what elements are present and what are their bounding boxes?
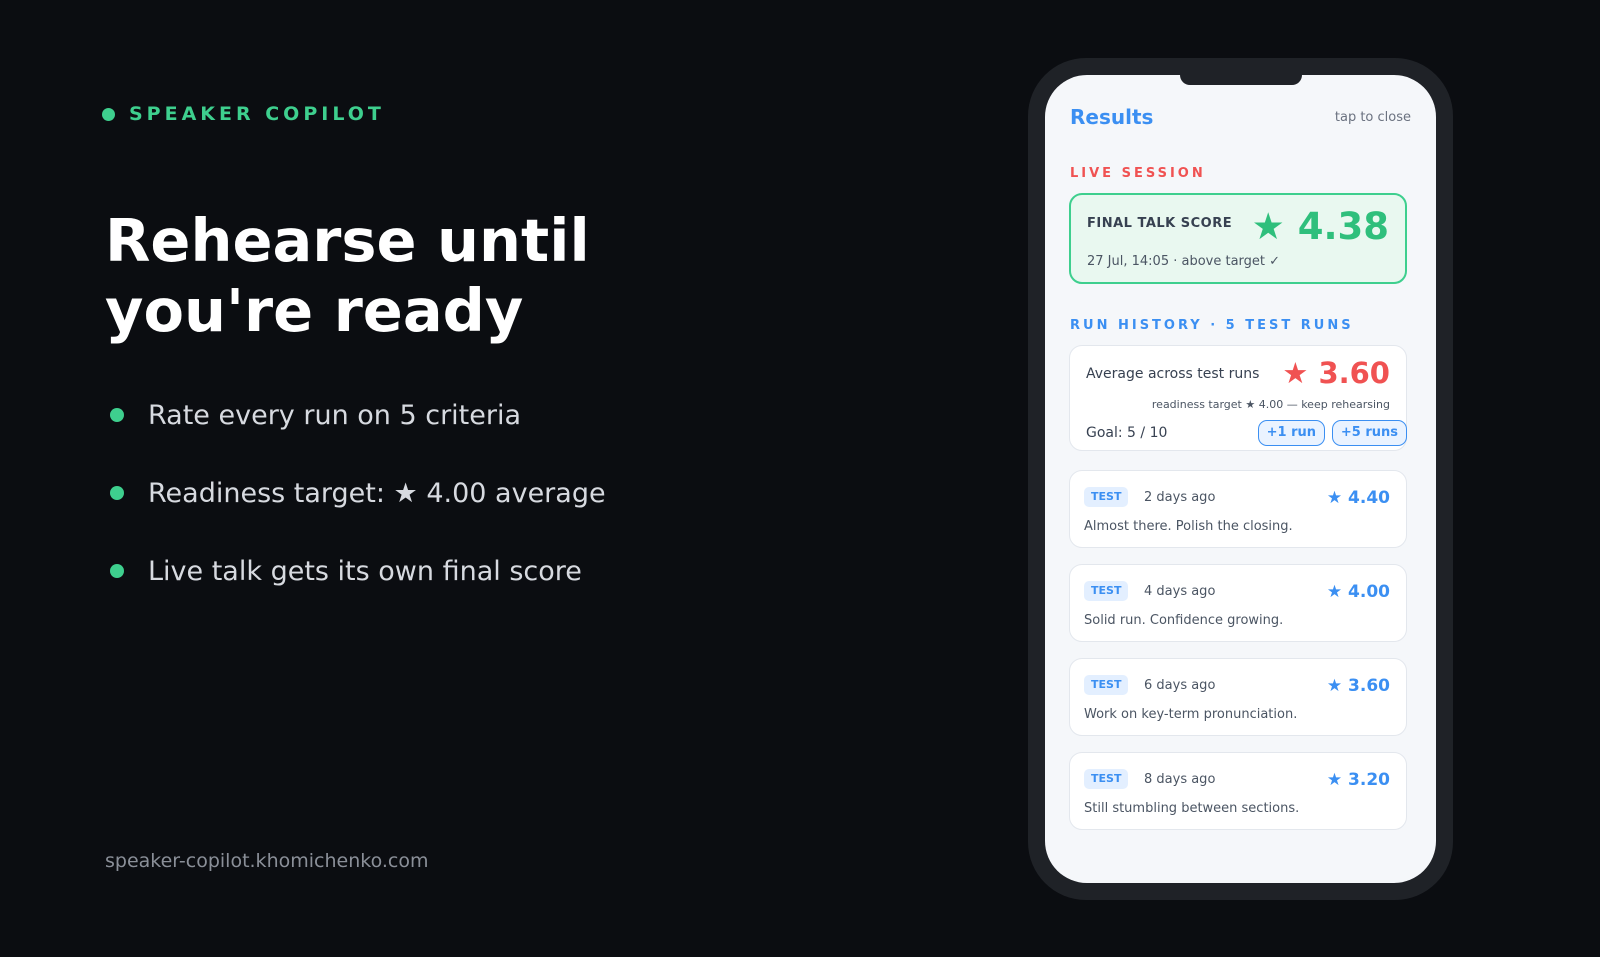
run-score: ★ 4.40 [1326,488,1390,508]
bullet-dot-icon [110,486,124,500]
bullet-dot-icon [110,408,124,422]
run-note: Still stumbling between sections. [1084,801,1300,816]
run-history-label: RUN HISTORY · 5 TEST RUNS [1070,318,1354,333]
goal-progress: Goal: 5 / 10 [1086,425,1168,441]
feature-item: Live talk gets its own final score [110,551,606,591]
feature-item: Rate every run on 5 criteria [110,395,606,435]
run-time: 6 days ago [1144,678,1216,693]
test-badge: TEST [1084,581,1129,601]
results-title: Results [1070,105,1154,129]
run-card[interactable]: TEST 6 days ago ★ 3.60 Work on key-term … [1069,658,1407,736]
run-card[interactable]: TEST 2 days ago ★ 4.40 Almost there. Pol… [1069,470,1407,548]
run-score: ★ 4.00 [1326,582,1390,602]
bullet-dot-icon [110,564,124,578]
headline-line-2: you're ready [105,276,524,345]
feature-item: Readiness target: ★ 4.00 average [110,473,606,513]
average-label: Average across test runs [1086,366,1260,382]
footer-url[interactable]: speaker-copilot.khomichenko.com [105,850,428,872]
feature-text: Rate every run on 5 criteria [148,399,522,431]
run-time: 2 days ago [1144,490,1216,505]
run-score: ★ 3.20 [1326,770,1390,790]
final-score-meta: 27 Jul, 14:05 · above target ✓ [1087,254,1281,269]
add-one-run-button[interactable]: +1 run [1257,420,1325,446]
live-session-label: LIVE SESSION [1070,166,1206,181]
run-time: 4 days ago [1144,584,1216,599]
feature-list: Rate every run on 5 criteria Readiness t… [110,395,606,629]
average-card: Average across test runs ★ 3.60 readines… [1069,345,1407,451]
close-button[interactable]: tap to close [1335,110,1411,125]
run-note: Almost there. Polish the closing. [1084,519,1293,534]
final-score-label: FINAL TALK SCORE [1087,216,1233,231]
phone-frame: Results tap to close LIVE SESSION FINAL … [1028,58,1453,900]
test-badge: TEST [1084,769,1129,789]
run-list: TEST 2 days ago ★ 4.40 Almost there. Pol… [1069,470,1407,846]
run-time: 8 days ago [1144,772,1216,787]
run-note: Solid run. Confidence growing. [1084,613,1284,628]
brand-name: SPEAKER COPILOT [129,103,385,125]
run-card[interactable]: TEST 8 days ago ★ 3.20 Still stumbling b… [1069,752,1407,830]
brand-dot-icon [102,107,115,121]
headline: Rehearse until you're ready [105,206,725,346]
brand: SPEAKER COPILOT [102,103,385,125]
final-score-value: ★ 4.38 [1251,205,1389,248]
final-score-card: FINAL TALK SCORE ★ 4.38 27 Jul, 14:05 · … [1069,193,1407,284]
feature-text: Live talk gets its own final score [148,555,582,587]
test-badge: TEST [1084,487,1129,507]
feature-text: Readiness target: ★ 4.00 average [148,477,606,509]
results-header: Results tap to close [1070,105,1411,129]
run-score: ★ 3.60 [1326,676,1390,696]
headline-line-1: Rehearse until [105,206,590,275]
phone-screen: Results tap to close LIVE SESSION FINAL … [1045,75,1436,883]
add-five-runs-button[interactable]: +5 runs [1331,420,1407,446]
run-note: Work on key-term pronunciation. [1084,707,1298,722]
readiness-target-note: readiness target ★ 4.00 — keep rehearsin… [1151,398,1390,411]
average-score: ★ 3.60 [1282,356,1390,390]
run-card[interactable]: TEST 4 days ago ★ 4.00 Solid run. Confid… [1069,564,1407,642]
phone-notch [1180,75,1302,85]
test-badge: TEST [1084,675,1129,695]
